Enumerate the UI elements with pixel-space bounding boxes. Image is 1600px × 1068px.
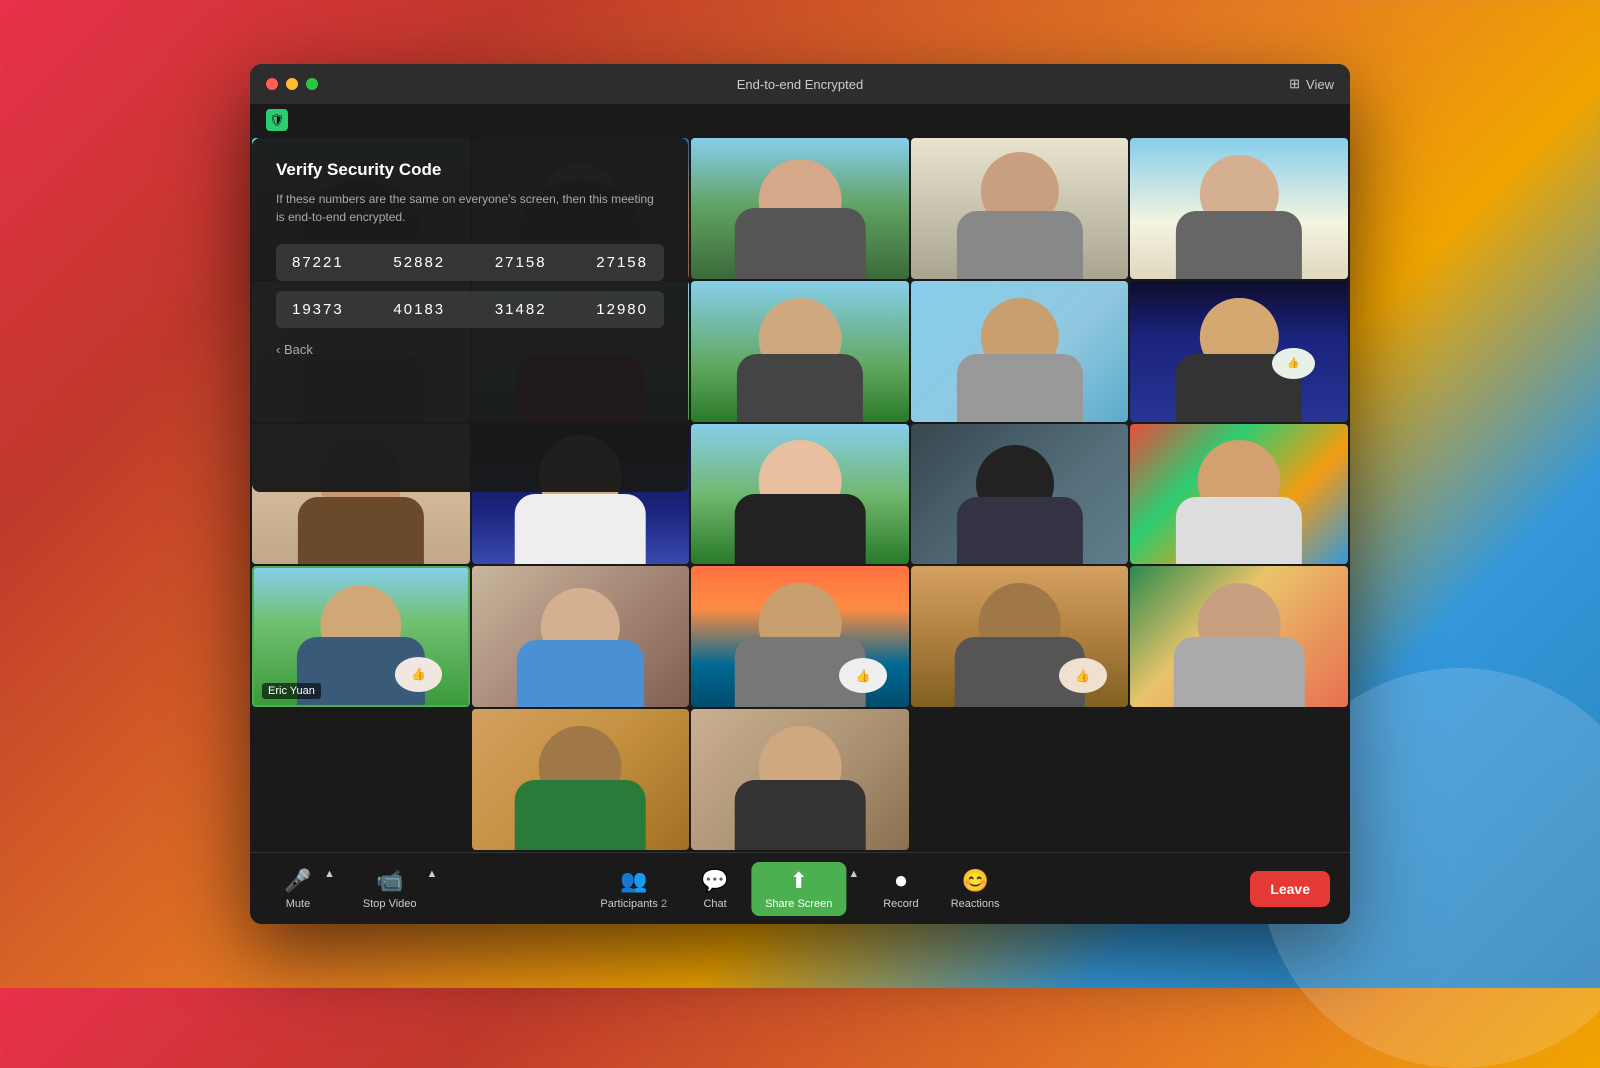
verify-numbers: 87221 52882 27158 27158 19373 40183 3148… [276,244,664,328]
record-button[interactable]: ⏺ Record [871,862,930,916]
verify-overlay: Verify Security Code If these numbers ar… [252,138,688,492]
close-button[interactable] [266,78,278,90]
participants-button[interactable]: 👥 Participants 2 [588,862,679,916]
back-button[interactable]: Back [276,342,664,357]
participants-label: Participants 2 [600,898,667,910]
record-icon: ⏺ [895,868,906,894]
reactions-icon: 😊 [961,868,988,894]
participant-name-label: Eric Yuan [262,683,321,699]
record-label: Record [883,898,918,910]
verify-row-1: 87221 52882 27158 27158 [276,244,664,281]
shield-bar: 🛡 [250,104,1350,136]
mic-icon: 🎤 [284,868,311,894]
chat-button[interactable]: 💬 Chat [687,862,743,916]
share-icon: ⬆ [789,868,807,894]
video-cell-row5-2 [691,709,909,850]
video-chevron[interactable]: ▲ [423,864,442,884]
window-title: End-to-end Encrypted [737,77,863,92]
toolbar-center: 👥 Participants 2 💬 Chat ⬆ Share Screen ▲… [588,862,1011,916]
video-cell-row5-1 [472,709,690,850]
verify-row-2: 19373 40183 31482 12980 [276,291,664,328]
leave-button[interactable]: Leave [1250,871,1330,907]
verify-title: Verify Security Code [276,160,664,180]
verify-num-6: 40183 [393,301,445,318]
participants-icon: 👥 [620,868,647,894]
reactions-button[interactable]: 😊 Reactions [939,862,1012,916]
minimize-button[interactable] [286,78,298,90]
grid-icon: ⊞ [1289,76,1300,92]
shield-icon: 🛡 [266,109,288,131]
video-grid: Verify Security Code If these numbers ar… [250,136,1350,852]
toolbar: 🎤 Mute ▲ 📹 Stop Video ▲ 👥 Participants 2… [250,852,1350,924]
toolbar-left: 🎤 Mute ▲ 📹 Stop Video ▲ [270,862,441,916]
mute-chevron[interactable]: ▲ [320,864,339,884]
mute-button[interactable]: 🎤 Mute [270,862,326,916]
share-chevron[interactable]: ▲ [844,864,863,884]
titlebar: End-to-end Encrypted ⊞ View [250,64,1350,104]
share-screen-button[interactable]: ⬆ Share Screen [751,862,846,916]
stop-video-button[interactable]: 📹 Stop Video [351,862,429,916]
verify-num-5: 19373 [292,301,344,318]
verify-num-2: 52882 [393,254,445,271]
verify-num-8: 12980 [596,301,648,318]
app-window: End-to-end Encrypted ⊞ View 🛡 V [250,64,1350,924]
share-screen-label: Share Screen [765,898,832,910]
chat-label: Chat [703,898,726,910]
mute-label: Mute [286,898,310,910]
reactions-label: Reactions [951,898,1000,910]
chat-icon: 💬 [701,868,728,894]
maximize-button[interactable] [306,78,318,90]
verify-num-3: 27158 [495,254,547,271]
traffic-lights [266,78,318,90]
verify-description: If these numbers are the same on everyon… [276,190,664,226]
view-button[interactable]: ⊞ View [1289,76,1334,92]
video-icon: 📹 [376,868,403,894]
verify-num-7: 31482 [495,301,547,318]
view-label: View [1306,77,1334,92]
stop-video-label: Stop Video [363,898,417,910]
verify-num-4: 27158 [596,254,648,271]
verify-num-1: 87221 [292,254,344,271]
toolbar-right: Leave [1250,871,1330,907]
